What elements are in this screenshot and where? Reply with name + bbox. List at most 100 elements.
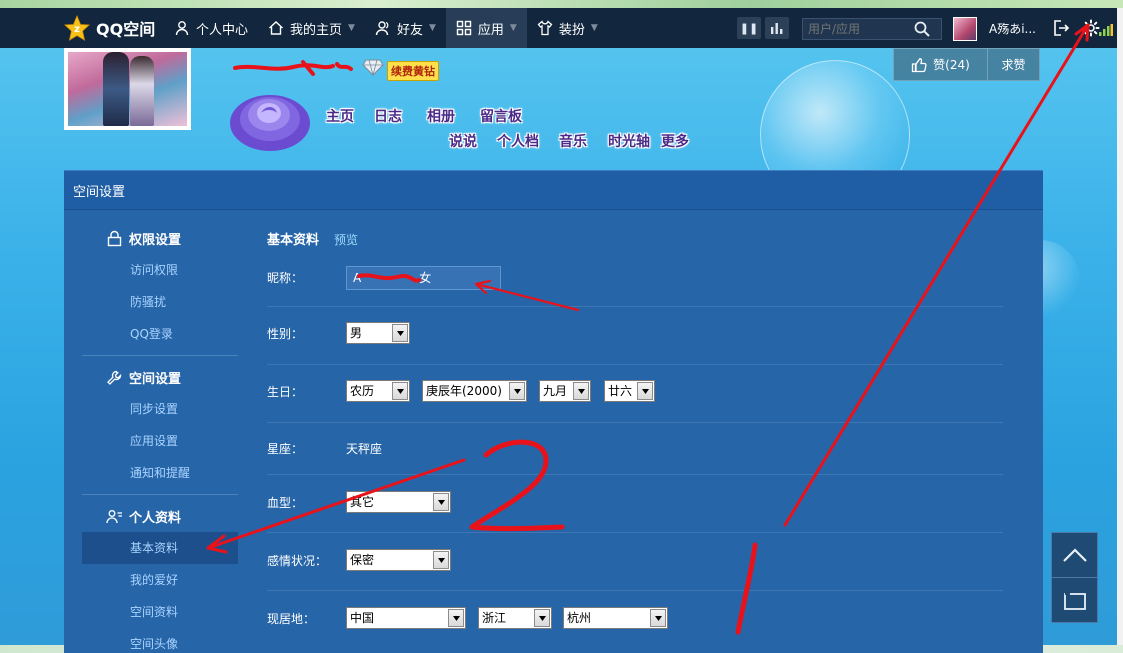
gender-select[interactable]: 男: [346, 322, 410, 344]
sidebar-item-anti-harassment[interactable]: 防骚扰: [82, 286, 238, 318]
chevron-down-icon: ▼: [348, 23, 355, 33]
sidebar-group-title: 空间设置: [129, 372, 182, 387]
residence-label: 现居地：: [267, 612, 316, 626]
nav-personal-center[interactable]: 个人中心: [164, 8, 258, 48]
birthday-year-select[interactable]: 庚辰年(2000): [422, 380, 527, 402]
bar-chart-icon[interactable]: [765, 17, 789, 39]
sidebar-item-space-info[interactable]: 空间资料: [82, 596, 238, 628]
zodiac-value: 天秤座: [346, 442, 383, 456]
divider: [267, 364, 1003, 365]
chevron-up-icon: [1062, 548, 1087, 562]
select-value: 浙江: [482, 611, 507, 625]
sidebar-group-personal-info: 个人资料: [106, 507, 181, 526]
residence-country-select[interactable]: 中国: [346, 607, 466, 629]
birthday-day-select[interactable]: 廿六: [604, 380, 655, 402]
redacted-space-name: [233, 60, 353, 76]
like-count: 赞(24): [933, 58, 970, 72]
ask-like-button[interactable]: 求赞: [988, 49, 1039, 80]
nav-friends[interactable]: 好友 ▼: [365, 8, 446, 48]
panel-title: 空间设置: [64, 171, 1043, 210]
gear-icon[interactable]: [1082, 19, 1100, 37]
search-input[interactable]: [803, 22, 913, 36]
divider: [267, 590, 1003, 591]
wrench-icon: [107, 370, 122, 385]
chevron-down-icon: [573, 382, 589, 400]
tab-profile[interactable]: 个人档: [497, 131, 539, 151]
sidebar-item-qq-login[interactable]: QQ登录: [82, 318, 238, 350]
user-name[interactable]: A殇あi...: [989, 20, 1036, 37]
tab-more[interactable]: 更多: [661, 131, 689, 151]
profile-card-icon: [106, 510, 122, 524]
search-box[interactable]: [802, 18, 942, 40]
tab-message-board[interactable]: 留言板: [480, 106, 522, 126]
tab-blog[interactable]: 日志: [374, 106, 402, 126]
back-to-top-button[interactable]: [1052, 533, 1097, 578]
chevron-down-icon: [433, 551, 449, 569]
signal-icon: [1099, 24, 1113, 36]
chevron-down-icon: ▼: [509, 23, 517, 33]
settings-panel: 空间设置 权限设置 访问权限 防骚扰 QQ登录 空间设置 同步设置 应用设置 通…: [64, 170, 1043, 653]
residence-city-select[interactable]: 杭州: [563, 607, 668, 629]
logout-icon[interactable]: [1052, 19, 1070, 37]
preview-link[interactable]: 预览: [334, 231, 358, 248]
apps-icon: [456, 20, 472, 36]
pause-icon[interactable]: ❚❚: [737, 17, 761, 39]
sidebar-group-permission: 权限设置: [106, 229, 181, 248]
sidebar-item-basic-info[interactable]: 基本资料: [82, 532, 238, 564]
divider: [82, 355, 238, 356]
profile-picture[interactable]: [64, 48, 191, 130]
divider: [267, 532, 1003, 533]
divider: [267, 474, 1003, 475]
chevron-down-icon: [637, 382, 653, 400]
nav-label: 应用: [477, 22, 504, 38]
sidebar-group-title: 个人资料: [129, 511, 182, 526]
tab-timeline[interactable]: 时光轴: [608, 131, 650, 151]
tab-music[interactable]: 音乐: [559, 131, 587, 151]
chevron-down-icon: [392, 382, 408, 400]
profile-picture-image: [68, 52, 187, 126]
tab-moments[interactable]: 说说: [449, 131, 477, 151]
diamond-icon[interactable]: [362, 58, 384, 76]
sidebar-item-sync-settings[interactable]: 同步设置: [82, 393, 238, 425]
gender-label: 性别：: [267, 327, 304, 341]
logo-text: QQ空间: [96, 20, 156, 39]
chevron-down-icon: ▼: [428, 23, 436, 33]
nav-label: 我的主页: [290, 22, 343, 38]
nav-dress-up[interactable]: 装扮 ▼: [527, 8, 608, 48]
birthday-calendar-select[interactable]: 农历: [346, 380, 410, 402]
person-icon: [175, 21, 189, 36]
sidebar-item-app-settings[interactable]: 应用设置: [82, 425, 238, 457]
select-value: 其它: [350, 495, 375, 509]
sidebar-item-access-permission[interactable]: 访问权限: [82, 254, 238, 286]
redacted-nickname: [357, 273, 421, 283]
qzone-logo[interactable]: z QQ空间: [64, 8, 155, 48]
sidebar-item-space-avatar[interactable]: 空间头像: [82, 628, 238, 653]
search-icon[interactable]: [913, 20, 931, 38]
friends-icon: [375, 21, 389, 36]
chevron-down-icon: [448, 609, 464, 627]
svg-text:z: z: [74, 24, 80, 35]
blood-type-select[interactable]: 其它: [346, 491, 451, 513]
divider: [267, 422, 1003, 423]
residence-province-select[interactable]: 浙江: [478, 607, 552, 629]
section-title: 基本资料: [267, 233, 320, 248]
thumbs-up-icon: [912, 57, 927, 72]
nav-my-homepage[interactable]: 我的主页 ▼: [258, 8, 365, 48]
tab-album[interactable]: 相册: [427, 106, 455, 126]
renew-yellow-diamond-badge[interactable]: 续费黄钻: [387, 61, 439, 81]
nickname-label: 昵称：: [267, 271, 304, 285]
tab-homepage[interactable]: 主页: [326, 106, 354, 126]
sidebar-group-space: 空间设置: [106, 368, 181, 387]
relationship-select[interactable]: 保密: [346, 549, 451, 571]
nav-label: 装扮: [558, 22, 585, 38]
window-icon: [1063, 592, 1086, 610]
sidebar-item-notifications[interactable]: 通知和提醒: [82, 457, 238, 489]
select-value: 男: [350, 326, 363, 340]
birthday-label: 生日：: [267, 385, 304, 399]
sidebar-item-my-hobbies[interactable]: 我的爱好: [82, 564, 238, 596]
nav-apps[interactable]: 应用 ▼: [445, 8, 527, 48]
like-button[interactable]: 赞(24): [894, 49, 988, 80]
birthday-month-select[interactable]: 九月: [539, 380, 591, 402]
feedback-button[interactable]: [1052, 579, 1097, 622]
avatar[interactable]: [953, 17, 977, 41]
